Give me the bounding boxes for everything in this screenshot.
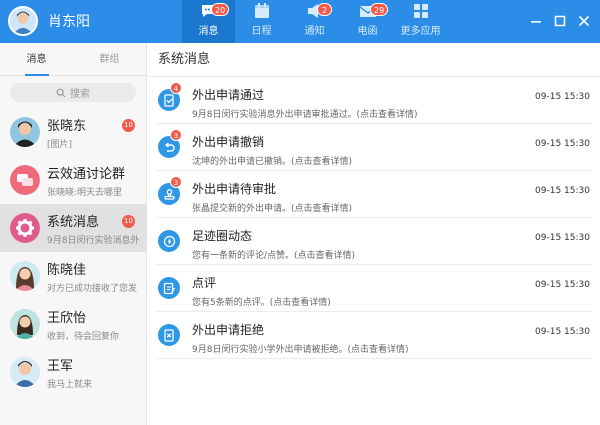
doc-reject-icon: [158, 324, 180, 346]
list-item[interactable]: 4 外出申请通过 9月8日闵行实验消息外出申请审批通过。(点击查看详情) 09-…: [156, 77, 592, 124]
contact-item[interactable]: 系统消息 9月8日闵行实验消息外 10: [0, 204, 146, 252]
contact-last-message: 对方已成功接收了您发: [47, 283, 138, 294]
tab-groups[interactable]: 群组: [73, 43, 146, 75]
group-chat-icon: [10, 165, 40, 195]
search-icon: [56, 88, 66, 97]
apps-grid-icon: [413, 4, 428, 18]
nav-badge: 29: [370, 3, 389, 16]
compass-icon: [158, 230, 180, 252]
window-controls: [528, 13, 592, 29]
user-name: 肖东阳: [48, 14, 90, 30]
main-nav: 20 消息 日程 2 通知 29 电函 更多应用: [182, 0, 447, 43]
unread-badge: 4: [170, 82, 182, 94]
unread-badge: 3: [170, 129, 182, 141]
title-bar: 肖东阳 20 消息 日程 2 通知 29 电函 更多应用: [0, 0, 600, 43]
contact-name: 王欣怡: [47, 310, 87, 326]
message-title: 外出申请通过: [192, 88, 265, 102]
contact-last-message: 张晓晓:明天去哪里: [47, 187, 123, 198]
search-placeholder: 搜索: [70, 89, 90, 100]
edit-note-icon: [158, 277, 180, 299]
message-list: 4 外出申请通过 9月8日闵行实验消息外出申请审批通过。(点击查看详情) 09-…: [148, 77, 600, 359]
nav-badge: 20: [211, 3, 230, 16]
message-time: 09-15 15:30: [535, 327, 590, 337]
contact-list: 张晓东 [图片] 10 云效通讨论群 张晓晓:明天去哪里 系统消息 9月8日闵行…: [0, 108, 146, 396]
avatar: [10, 357, 40, 387]
contact-item[interactable]: 张晓东 [图片] 10: [0, 108, 146, 156]
message-time: 09-15 15:30: [535, 233, 590, 243]
message-title: 外出申请撤销: [192, 135, 265, 149]
sidebar-tabs: 消息 群组: [0, 43, 146, 76]
message-time: 09-15 15:30: [535, 280, 590, 290]
contact-item[interactable]: 陈晓佳 对方已成功接收了您发: [0, 252, 146, 300]
close-icon[interactable]: [576, 13, 592, 29]
message-title: 足迹圈动态: [192, 229, 253, 243]
list-item[interactable]: 外出申请拒绝 9月8日闵行实验小学外出申请被拒绝。(点击查看详情) 09-15 …: [156, 312, 592, 359]
nav-mail[interactable]: 29 电函: [341, 0, 394, 43]
nav-label: 消息: [198, 26, 219, 37]
nav-messages[interactable]: 20 消息: [182, 0, 235, 43]
user-avatar[interactable]: [8, 6, 38, 36]
message-detail[interactable]: 9月8日闵行实验小学外出申请被拒绝。(点击查看详情): [192, 342, 408, 355]
search-input[interactable]: 搜索: [10, 83, 136, 102]
message-detail[interactable]: 您有5条新的点评。(点击查看详情): [192, 295, 331, 308]
message-detail[interactable]: 9月8日闵行实验消息外出申请审批通过。(点击查看详情): [192, 107, 417, 120]
contact-name: 陈晓佳: [47, 262, 87, 278]
message-time: 09-15 15:30: [535, 186, 590, 196]
calendar-icon: [254, 3, 269, 18]
contact-item[interactable]: 王欣怡 收到，待会回复你: [0, 300, 146, 348]
current-user[interactable]: 肖东阳: [8, 6, 90, 36]
minimize-icon[interactable]: [528, 13, 544, 29]
message-detail[interactable]: 您有一条新的评论/点赞。(点击查看详情): [192, 248, 355, 261]
tab-messages[interactable]: 消息: [0, 43, 73, 76]
contact-last-message: 我马上就来: [47, 379, 93, 390]
contact-item[interactable]: 云效通讨论群 张晓晓:明天去哪里: [0, 156, 146, 204]
contact-last-message: [图片]: [47, 139, 73, 150]
nav-more-apps[interactable]: 更多应用: [394, 0, 447, 43]
message-time: 09-15 15:30: [535, 139, 590, 149]
list-item[interactable]: 3 外出申请待审批 张晶提交新的外出申请。(点击查看详情) 09-15 15:3…: [156, 171, 592, 218]
sidebar: 消息 群组 搜索 张晓东 [图片] 10 云效通讨论群 张晓晓:明天去哪里 系统…: [0, 43, 147, 425]
contact-name: 王军: [47, 358, 74, 374]
message-title: 外出申请拒绝: [192, 323, 265, 337]
list-item[interactable]: 足迹圈动态 您有一条新的评论/点赞。(点击查看详情) 09-15 15:30: [156, 218, 592, 265]
message-detail[interactable]: 沈坤的外出申请已撤销。(点击查看详情): [192, 154, 352, 167]
message-title: 点评: [192, 276, 217, 290]
unread-badge: 10: [122, 119, 135, 132]
list-item[interactable]: 3 外出申请撤销 沈坤的外出申请已撤销。(点击查看详情) 09-15 15:30: [156, 124, 592, 171]
unread-badge: 3: [170, 176, 182, 188]
message-detail[interactable]: 张晶提交新的外出申请。(点击查看详情): [192, 201, 352, 214]
contact-last-message: 9月8日闵行实验消息外: [47, 235, 140, 246]
contact-last-message: 收到，待会回复你: [47, 331, 120, 342]
nav-notice[interactable]: 2 通知: [288, 0, 341, 43]
nav-label: 通知: [304, 26, 325, 37]
nav-label: 更多应用: [400, 26, 441, 37]
nav-badge: 2: [317, 3, 332, 16]
gear-icon: [10, 213, 40, 243]
nav-label: 电函: [357, 26, 378, 37]
unread-badge: 10: [122, 215, 135, 228]
system-messages-panel: 系统消息 4 外出申请通过 9月8日闵行实验消息外出申请审批通过。(点击查看详情…: [148, 43, 600, 425]
contact-name: 云效通讨论群: [47, 166, 126, 182]
list-item[interactable]: 点评 您有5条新的点评。(点击查看详情) 09-15 15:30: [156, 265, 592, 312]
avatar: [10, 261, 40, 291]
page-title: 系统消息: [148, 43, 600, 77]
avatar: [10, 117, 40, 147]
message-title: 外出申请待审批: [192, 182, 277, 196]
nav-calendar[interactable]: 日程: [235, 0, 288, 43]
message-time: 09-15 15:30: [535, 92, 590, 102]
nav-label: 日程: [251, 26, 272, 37]
avatar: [10, 309, 40, 339]
contact-item[interactable]: 王军 我马上就来: [0, 348, 146, 396]
maximize-icon[interactable]: [552, 13, 568, 29]
